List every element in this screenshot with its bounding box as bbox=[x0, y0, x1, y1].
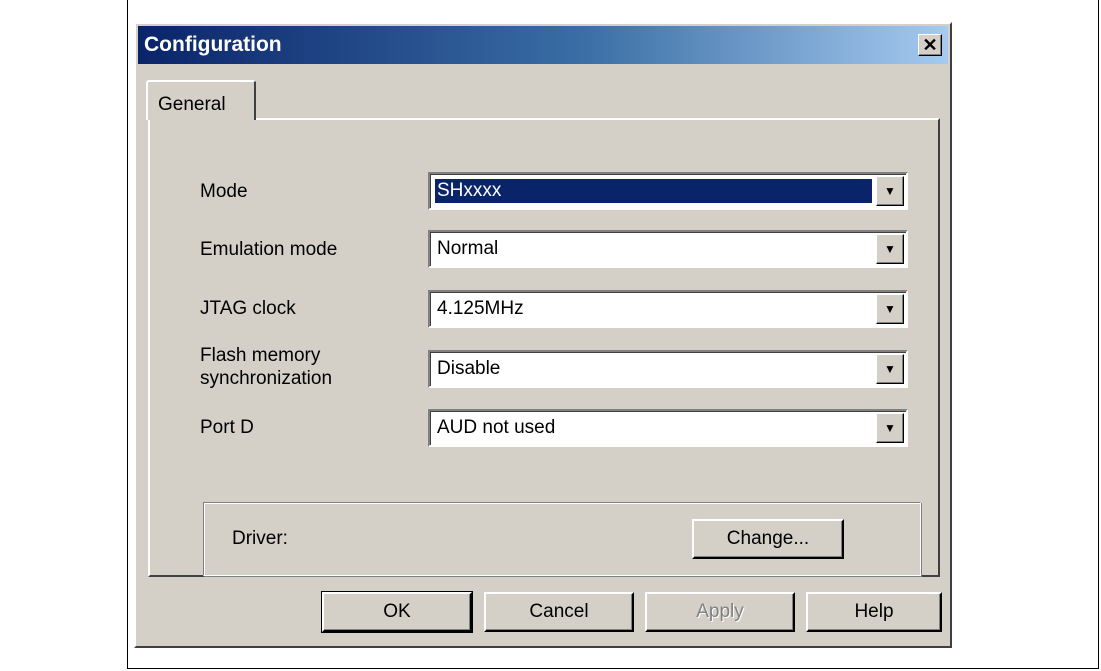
mode-label: Mode bbox=[200, 180, 248, 203]
flash-memory-sync-dropdown-button[interactable]: ▼ bbox=[876, 354, 904, 384]
jtag-clock-select[interactable]: 4.125MHz ▼ bbox=[428, 290, 908, 328]
change-driver-button[interactable]: Change... bbox=[692, 519, 844, 559]
port-d-label: Port D bbox=[200, 416, 254, 439]
emulation-mode-label: Emulation mode bbox=[200, 238, 337, 261]
chevron-down-icon: ▼ bbox=[884, 421, 896, 435]
emulation-mode-dropdown-button[interactable]: ▼ bbox=[876, 234, 904, 264]
driver-label: Driver: bbox=[232, 528, 288, 549]
port-d-label-text: Port D bbox=[200, 417, 254, 438]
chevron-down-icon: ▼ bbox=[884, 362, 896, 376]
window-title: Configuration bbox=[144, 33, 282, 56]
jtag-clock-label: JTAG clock bbox=[200, 297, 296, 320]
flash-memory-sync-value: Disable bbox=[437, 358, 501, 379]
flash-memory-sync-label: Flash memory synchronization bbox=[200, 344, 332, 390]
emulation-mode-value: Normal bbox=[437, 238, 499, 259]
apply-button-label: Apply bbox=[696, 601, 744, 622]
apply-button[interactable]: Apply bbox=[645, 592, 795, 632]
flash-memory-sync-select[interactable]: Disable ▼ bbox=[428, 350, 908, 388]
flash-memory-sync-label-line2: synchronization bbox=[200, 368, 333, 389]
tab-general[interactable]: General bbox=[146, 80, 256, 120]
cancel-button-label: Cancel bbox=[529, 601, 589, 622]
help-button[interactable]: Help bbox=[806, 592, 942, 632]
mode-select[interactable]: SHxxxx ▼ bbox=[428, 172, 908, 210]
chevron-down-icon: ▼ bbox=[884, 302, 896, 316]
general-tab-panel: Mode SHxxxx ▼ Emulation mode Normal ▼ JT… bbox=[148, 118, 940, 577]
mode-dropdown-button[interactable]: ▼ bbox=[876, 176, 904, 206]
close-icon: ✕ bbox=[922, 35, 938, 55]
chevron-down-icon: ▼ bbox=[884, 184, 896, 198]
tab-general-label: General bbox=[158, 94, 226, 115]
driver-group: Driver: Change... bbox=[203, 502, 921, 576]
chevron-down-icon: ▼ bbox=[884, 242, 896, 256]
flash-memory-sync-label-line1: Flash memory bbox=[200, 345, 321, 366]
emulation-mode-label-text: Emulation mode bbox=[200, 239, 338, 260]
jtag-clock-dropdown-button[interactable]: ▼ bbox=[876, 294, 904, 324]
port-d-value: AUD not used bbox=[437, 417, 556, 438]
title-bar[interactable]: Configuration ✕ bbox=[138, 26, 948, 64]
jtag-clock-value: 4.125MHz bbox=[437, 298, 524, 319]
port-d-select[interactable]: AUD not used ▼ bbox=[428, 409, 908, 447]
mode-label-text: Mode bbox=[200, 181, 248, 202]
mode-value: SHxxxx bbox=[435, 179, 872, 203]
port-d-dropdown-button[interactable]: ▼ bbox=[876, 413, 904, 443]
help-button-label: Help bbox=[854, 601, 894, 622]
jtag-clock-label-text: JTAG clock bbox=[200, 298, 296, 319]
cancel-button[interactable]: Cancel bbox=[484, 592, 634, 632]
close-button[interactable]: ✕ bbox=[918, 34, 942, 56]
ok-button[interactable]: OK bbox=[321, 591, 473, 633]
ok-button-label: OK bbox=[383, 601, 411, 622]
change-button-label: Change... bbox=[726, 528, 810, 549]
configuration-dialog: Configuration ✕ General Mode SHxxxx ▼ Em… bbox=[134, 22, 952, 648]
emulation-mode-select[interactable]: Normal ▼ bbox=[428, 230, 908, 268]
